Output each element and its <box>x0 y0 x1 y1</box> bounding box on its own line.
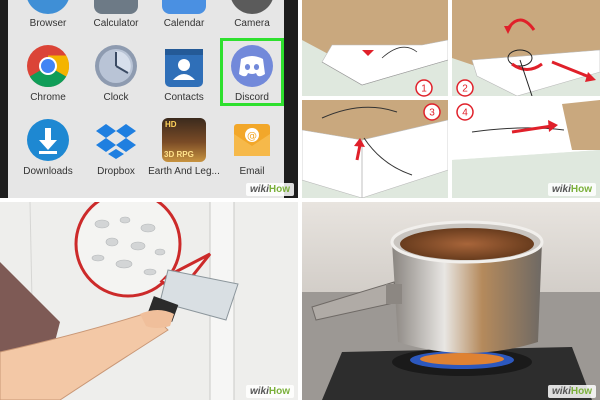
app-label: Calculator <box>93 18 139 29</box>
wikihow-watermark: wikiHow <box>245 183 294 196</box>
svg-text:4: 4 <box>462 108 468 119</box>
app-label: Clock <box>103 92 129 103</box>
clock-icon <box>95 45 137 87</box>
app-drawer-panel: Browser Calculator Calendar Camera Chrom… <box>0 0 298 198</box>
dropbox-icon <box>96 124 136 159</box>
app-label: Chrome <box>30 92 66 103</box>
app-label: Calendar <box>163 18 205 29</box>
wikihow-watermark: wikiHow <box>547 385 596 398</box>
wall-scraping-illustration <box>0 202 298 400</box>
svg-text:3: 3 <box>429 108 435 119</box>
watermark-part1: wiki <box>551 386 571 397</box>
game-icon-hd-text: HD <box>165 120 177 129</box>
step-marker-2: 2 <box>456 79 474 97</box>
stitch-illustration: 1 2 3 4 <box>302 0 600 198</box>
svg-text:@: @ <box>247 131 257 142</box>
chrome-icon <box>27 45 70 88</box>
app-label: Earth And Leg... <box>148 166 220 177</box>
calendar-icon <box>162 0 206 14</box>
calculator-icon <box>94 0 138 14</box>
email-icon: @ <box>234 124 270 156</box>
app-label: Camera <box>234 18 270 29</box>
svg-text:1: 1 <box>421 84 427 95</box>
step-marker-1: 1 <box>415 79 433 97</box>
camera-icon <box>230 0 274 14</box>
downloads-icon <box>27 119 69 161</box>
saucepan-illustration <box>302 202 600 400</box>
app-label: Browser <box>29 18 67 29</box>
app-label: Downloads <box>23 166 73 177</box>
discord-highlight-box <box>220 38 284 106</box>
watermark-part2: How <box>268 184 290 195</box>
step-marker-4: 4 <box>456 103 474 121</box>
watermark-part2: How <box>268 386 290 397</box>
browser-icon <box>26 0 70 14</box>
wall-scraping-panel: wikiHow <box>0 202 298 400</box>
game-icon-rpg-text: 3D RPG <box>164 150 194 159</box>
game-icon: HD 3D RPG <box>162 118 206 162</box>
saucepan-photo-panel: wikiHow <box>302 202 600 400</box>
wikihow-watermark: wikiHow <box>547 183 596 196</box>
watermark-part1: wiki <box>551 184 571 195</box>
watermark-part1: wiki <box>249 386 269 397</box>
app-label: Contacts <box>164 92 204 103</box>
app-label: Email <box>239 166 265 177</box>
app-label: Dropbox <box>97 166 135 177</box>
phone-frame-left <box>0 0 8 198</box>
stitch-illustration-panel: 1 2 3 4 wikiHow <box>302 0 600 198</box>
watermark-part2: How <box>570 386 592 397</box>
wikihow-watermark: wikiHow <box>245 385 294 398</box>
svg-text:2: 2 <box>462 84 468 95</box>
watermark-part2: How <box>570 184 592 195</box>
contacts-icon <box>165 49 203 87</box>
watermark-part1: wiki <box>249 184 269 195</box>
step-marker-3: 3 <box>423 103 441 121</box>
